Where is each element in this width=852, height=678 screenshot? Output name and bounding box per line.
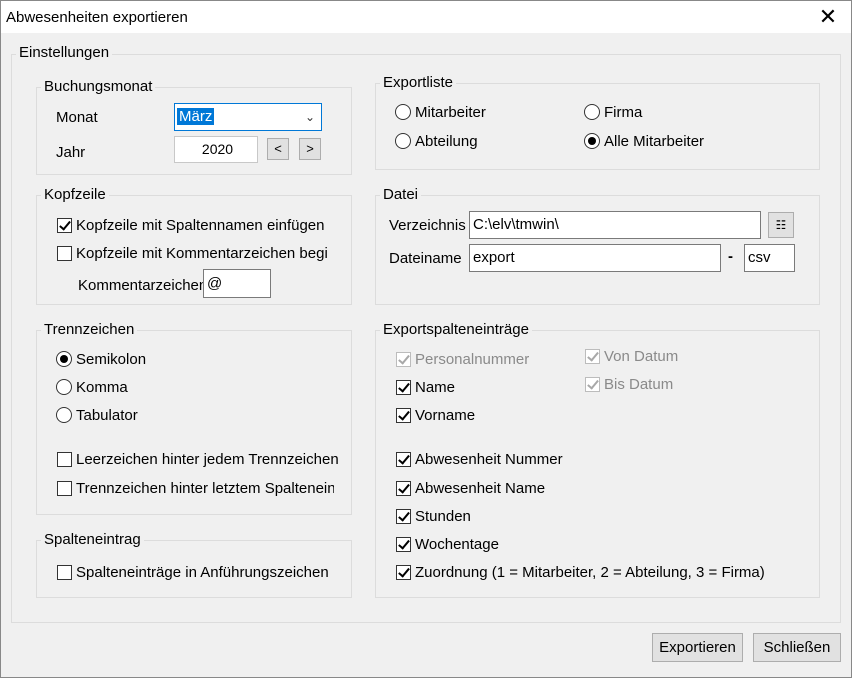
exportliste-group xyxy=(375,83,820,170)
bis-datum-label: Bis Datum xyxy=(604,376,674,393)
abw-name-label: Abwesenheit Name xyxy=(415,480,546,497)
stunden-label: Stunden xyxy=(415,508,471,525)
spaltennamen-checkbox[interactable] xyxy=(57,218,72,233)
mitarbeiter-radio[interactable] xyxy=(395,104,411,120)
dialog-window: Abwesenheiten exportieren ✕ Einstellunge… xyxy=(0,0,852,678)
wochentage-checkbox[interactable] xyxy=(396,537,411,552)
kommentarzeichen-input[interactable]: @ xyxy=(203,269,271,298)
tabulator-radio[interactable] xyxy=(56,407,72,423)
von-datum-label: Von Datum xyxy=(604,348,679,365)
spalteneintrag-label: Spalteneintrag xyxy=(41,531,144,548)
kommentarzeichen-label: Kommentarzeichen xyxy=(78,277,208,294)
personalnummer-label: Personalnummer xyxy=(415,351,530,368)
extension-value: csv xyxy=(748,249,771,266)
monat-select[interactable]: März ⌄ xyxy=(174,103,322,131)
vorname-label: Vorname xyxy=(415,407,476,424)
von-datum-checkbox[interactable] xyxy=(585,349,600,364)
zuordnung-checkbox[interactable] xyxy=(396,565,411,580)
settings-group-label: Einstellungen xyxy=(16,44,113,61)
year-next-button[interactable]: > xyxy=(299,138,321,160)
stunden-checkbox[interactable] xyxy=(396,509,411,524)
spaltennamen-label: Kopfzeile mit Spaltennamen einfügen xyxy=(76,217,325,234)
verzeichnis-label: Verzeichnis xyxy=(389,217,466,234)
anfuehrung-label: Spalteneinträge in Anführungszeichen xyxy=(76,564,329,581)
kommentarzeichen-value: @ xyxy=(207,275,223,292)
komma-label: Komma xyxy=(76,379,128,396)
exportliste-label: Exportliste xyxy=(380,74,457,91)
abw-name-checkbox[interactable] xyxy=(396,481,411,496)
dateiname-input[interactable]: export xyxy=(469,244,721,272)
abw-nummer-checkbox[interactable] xyxy=(396,452,411,467)
komma-radio[interactable] xyxy=(56,379,72,395)
leerzeichen-label: Leerzeichen hinter jedem Trennzeichen xyxy=(76,451,339,468)
abw-nummer-label: Abwesenheit Nummer xyxy=(415,451,563,468)
jahr-value: 2020 xyxy=(201,141,234,157)
alle-mitarbeiter-radio[interactable] xyxy=(584,133,600,149)
close-icon[interactable]: ✕ xyxy=(811,4,845,30)
firma-radio[interactable] xyxy=(584,104,600,120)
jahr-field[interactable]: 2020 xyxy=(174,136,258,163)
dateiname-value: export xyxy=(473,249,515,266)
semikolon-label: Semikolon xyxy=(76,351,147,368)
chevron-down-icon: ⌄ xyxy=(304,110,315,124)
wochentage-label: Wochentage xyxy=(415,536,499,553)
exportieren-button[interactable]: Exportieren xyxy=(652,633,743,662)
title-bar: Abwesenheiten exportieren ✕ xyxy=(1,1,851,33)
kommentar-checkbox[interactable] xyxy=(57,246,72,261)
kommentar-label: Kopfzeile mit Kommentarzeichen begi xyxy=(76,245,328,262)
verzeichnis-value: C:\elv\tmwin\ xyxy=(473,216,559,233)
verzeichnis-input[interactable]: C:\elv\tmwin\ xyxy=(469,211,761,239)
vorname-checkbox[interactable] xyxy=(396,408,411,423)
monat-label: Monat xyxy=(56,109,98,126)
abteilung-label: Abteilung xyxy=(415,133,478,150)
letztem-label: Trennzeichen hinter letztem Spaltenein xyxy=(76,480,334,497)
zuordnung-label: Zuordnung (1 = Mitarbeiter, 2 = Abteilun… xyxy=(415,564,765,581)
abteilung-radio[interactable] xyxy=(395,133,411,149)
folder-browse-icon[interactable]: ☷ xyxy=(768,212,794,238)
mitarbeiter-label: Mitarbeiter xyxy=(415,104,486,121)
semikolon-radio[interactable] xyxy=(56,351,72,367)
buchungsmonat-label: Buchungsmonat xyxy=(41,78,156,95)
schliessen-button[interactable]: Schließen xyxy=(753,633,841,662)
tabulator-label: Tabulator xyxy=(76,407,138,424)
extension-separator: - xyxy=(728,248,733,265)
trennzeichen-label: Trennzeichen xyxy=(41,321,138,338)
dateiname-label: Dateiname xyxy=(389,250,462,267)
firma-label: Firma xyxy=(604,104,643,121)
bis-datum-checkbox[interactable] xyxy=(585,377,600,392)
alle-mitarbeiter-label: Alle Mitarbeiter xyxy=(604,133,705,150)
kopfzeile-label: Kopfzeile xyxy=(41,186,109,203)
exportspalten-label: Exportspalteneinträge xyxy=(380,321,532,338)
window-title: Abwesenheiten exportieren xyxy=(6,9,188,26)
name-label: Name xyxy=(415,379,456,396)
jahr-label: Jahr xyxy=(56,144,86,161)
personalnummer-checkbox[interactable] xyxy=(396,352,411,367)
name-checkbox[interactable] xyxy=(396,380,411,395)
leerzeichen-checkbox[interactable] xyxy=(57,452,72,467)
letztem-checkbox[interactable] xyxy=(57,481,72,496)
datei-label: Datei xyxy=(380,186,422,203)
extension-input[interactable]: csv xyxy=(744,244,795,272)
anfuehrung-checkbox[interactable] xyxy=(57,565,72,580)
monat-selected-value: März xyxy=(177,108,215,125)
year-prev-button[interactable]: < xyxy=(267,138,289,160)
